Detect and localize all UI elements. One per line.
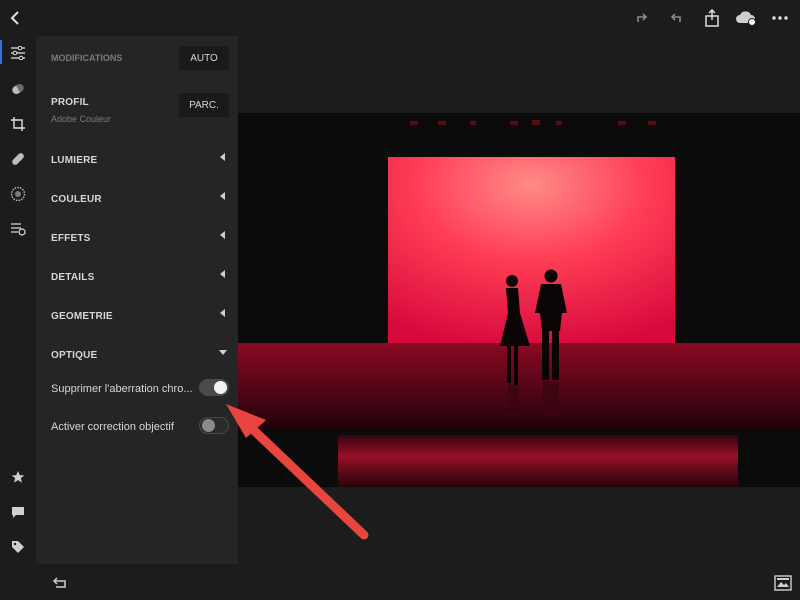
annotation-arrow [226, 404, 369, 540]
bottom-bar [0, 564, 800, 600]
reset-icon[interactable] [52, 576, 68, 590]
compare-icon[interactable] [774, 575, 792, 591]
